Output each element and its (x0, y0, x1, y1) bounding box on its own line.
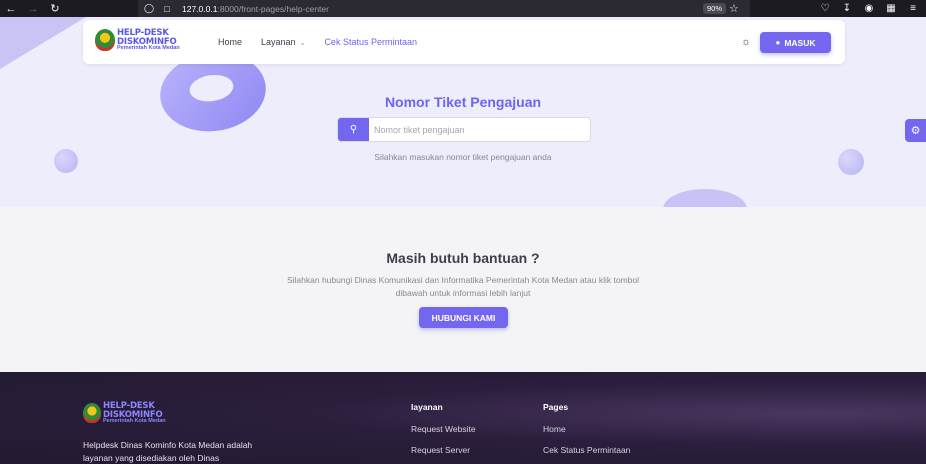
login-button[interactable]: ● MASUK (760, 32, 831, 53)
ticket-number-input[interactable] (369, 118, 590, 141)
account-icon[interactable]: ◉ (862, 3, 876, 14)
url-host: 127.0.0.1 (182, 3, 218, 14)
bookmark-star-icon[interactable]: ☆ (729, 0, 739, 17)
login-label: MASUK (784, 37, 816, 48)
forward-icon[interactable]: → (22, 0, 44, 17)
brand-logo[interactable]: HELP-DESK DISKOMINFO Pemerintah Kota Med… (95, 29, 180, 52)
browser-toolbar-icons: ♡ ↧ ◉ ▦ ≡ (818, 0, 920, 17)
footer-col-title: layanan (411, 402, 443, 412)
footer-link-request-website[interactable]: Request Website (411, 424, 476, 437)
url-text[interactable]: 127.0.0.1:8000/front-pages/help-center (182, 4, 329, 14)
footer-col-pages: Pages Home Cek Status Permintaan (543, 402, 630, 464)
pocket-icon[interactable]: ♡ (818, 3, 832, 14)
url-path: :8000/front-pages/help-center (217, 3, 329, 14)
city-emblem-icon (95, 29, 115, 52)
settings-gear-icon[interactable]: ⚙ (905, 119, 926, 142)
sun-icon[interactable]: ☼ (738, 34, 754, 50)
address-bar[interactable]: ◯ □ 127.0.0.1:8000/front-pages/help-cent… (138, 0, 750, 17)
hero-hint: Silahkan masukan nomor tiket pengajuan a… (374, 152, 552, 162)
back-icon[interactable]: ← (0, 0, 22, 17)
footer-brand-text: HELP-DESK DISKOMINFO Pemerintah Kota Med… (103, 402, 166, 425)
menu-icon[interactable]: ≡ (906, 3, 920, 14)
nav-cek-status[interactable]: Cek Status Permintaan (324, 37, 417, 47)
help-section: Masih butuh bantuan ? Silahkan hubungi D… (0, 207, 926, 372)
footer-description: Helpdesk Dinas Kominfo Kota Medan adalah… (83, 440, 253, 463)
nav-links: Home Layanan ⌄ Cek Status Permintaan (218, 20, 436, 64)
reload-icon[interactable]: ↻ (44, 0, 66, 17)
decor-triangle (0, 17, 86, 69)
nav-home[interactable]: Home (218, 37, 242, 47)
nav-layanan[interactable]: Layanan ⌄ (261, 37, 305, 47)
user-icon: ● (775, 38, 781, 47)
search-icon[interactable]: ⚲ (338, 118, 369, 141)
help-title: Masih butuh bantuan ? (386, 250, 540, 266)
brand-subtitle: Pemerintah Kota Medan (117, 45, 180, 51)
decor-half-disc (663, 189, 747, 207)
footer-logo[interactable]: HELP-DESK DISKOMINFO Pemerintah Kota Med… (83, 402, 166, 425)
footer-link-home[interactable]: Home (543, 424, 630, 437)
footer-brand-subtitle: Pemerintah Kota Medan (103, 418, 166, 424)
nav-layanan-label: Layanan (261, 37, 296, 47)
ticket-search: ⚲ (337, 117, 591, 142)
shield-icon[interactable]: ◯ (142, 0, 156, 17)
footer: HELP-DESK DISKOMINFO Pemerintah Kota Med… (0, 372, 926, 464)
footer-col-layanan: layanan Request Website Request Server (411, 402, 476, 464)
chevron-down-icon: ⌄ (299, 40, 306, 47)
city-emblem-icon (83, 403, 101, 424)
browser-toolbar: ← → ↻ ◯ □ 127.0.0.1:8000/front-pages/hel… (0, 0, 926, 17)
navbar: HELP-DESK DISKOMINFO Pemerintah Kota Med… (83, 20, 845, 64)
hero-title: Nomor Tiket Pengajuan (384, 94, 542, 110)
footer-link-cek-status[interactable]: Cek Status Permintaan (543, 445, 630, 458)
footer-col-title: Pages (543, 402, 569, 412)
zoom-badge[interactable]: 90% (703, 3, 727, 14)
brand-text: HELP-DESK DISKOMINFO Pemerintah Kota Med… (117, 29, 180, 52)
contact-us-button[interactable]: HUBUNGI KAMI (419, 307, 508, 328)
page-info-icon[interactable]: □ (160, 0, 174, 17)
download-icon[interactable]: ↧ (840, 3, 854, 14)
hero-section: HELP-DESK DISKOMINFO Pemerintah Kota Med… (0, 17, 926, 207)
footer-link-request-server[interactable]: Request Server (411, 445, 476, 458)
help-text: Silahkan hubungi Dinas Komunikasi dan In… (286, 275, 639, 298)
extensions-icon[interactable]: ▦ (884, 3, 898, 14)
